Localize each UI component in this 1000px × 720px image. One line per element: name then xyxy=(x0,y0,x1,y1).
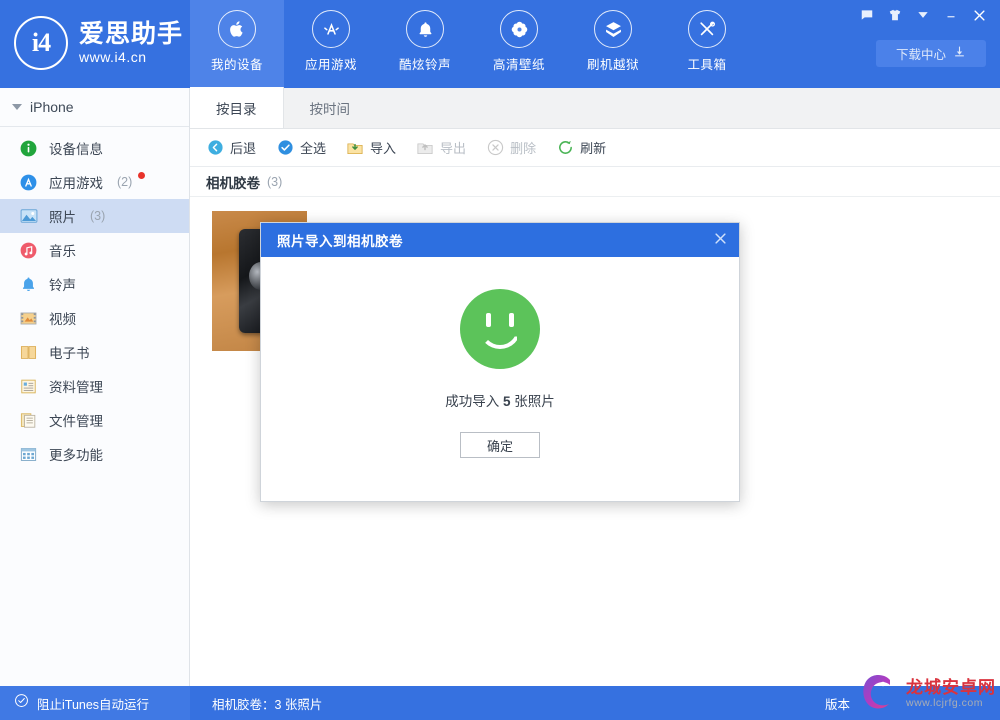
dialog-message: 成功导入 5 张照片 xyxy=(445,390,555,410)
block-itunes-label: 阻止iTunes自动运行 xyxy=(37,697,150,712)
status-bar: 阻止iTunes自动运行 相机胶卷：3 张照片 版本 xyxy=(0,686,1000,720)
dialog-message-prefix: 成功导入 xyxy=(445,394,503,409)
dialog-message-suffix: 张照片 xyxy=(510,394,555,409)
import-result-dialog: 照片导入到相机胶卷 成功导入 5 张照片 确定 xyxy=(260,222,740,502)
confirm-button[interactable]: 确定 xyxy=(460,432,540,458)
dialog-overlay: 照片导入到相机胶卷 成功导入 5 张照片 确定 xyxy=(0,0,1000,720)
close-icon[interactable] xyxy=(707,226,733,250)
block-itunes-toggle[interactable]: 阻止iTunes自动运行 xyxy=(0,686,190,720)
status-version: 版本 xyxy=(824,697,850,712)
dialog-body: 成功导入 5 张照片 确定 xyxy=(261,257,739,502)
dialog-title-bar: 照片导入到相机胶卷 xyxy=(261,223,739,257)
status-info: 相机胶卷：3 张照片 xyxy=(212,697,323,712)
smiley-face-icon xyxy=(460,289,540,369)
app-window: i4 爱思助手 www.i4.cn 我的设备 应用游戏 酷炫铃声 高清壁纸 刷机… xyxy=(0,0,1000,720)
dialog-title: 照片导入到相机胶卷 xyxy=(277,234,403,249)
dialog-message-count: 5 xyxy=(502,394,511,409)
check-circle-icon xyxy=(14,693,29,713)
smiley-mouth xyxy=(479,325,521,349)
